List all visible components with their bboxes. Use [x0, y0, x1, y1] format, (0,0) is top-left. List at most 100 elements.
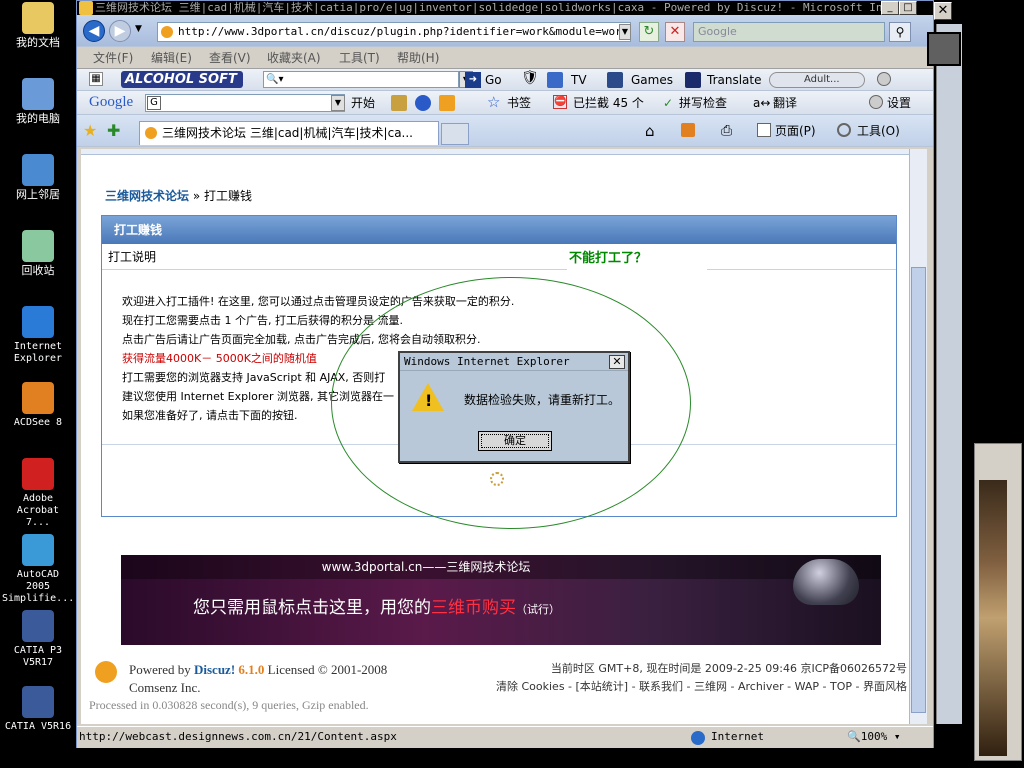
desktop-icon-label: 我的文档	[16, 36, 60, 49]
translate-button[interactable]: Translate	[707, 72, 762, 88]
history-dropdown-icon[interactable]: ▼	[135, 24, 142, 34]
spellcheck-button[interactable]: 拼写检查	[679, 95, 727, 111]
menu-item[interactable]: 文件(F)	[93, 50, 133, 66]
translate-icon	[685, 72, 701, 88]
desktop-icon[interactable]: 回收站	[2, 230, 74, 277]
site-favicon-icon	[161, 26, 173, 38]
go-button[interactable]: Go	[485, 72, 502, 88]
scroll-thumb[interactable]	[911, 267, 926, 713]
menu-item[interactable]: 编辑(E)	[151, 50, 192, 66]
google-g-icon: G	[147, 96, 161, 110]
window-title: 三维网技术论坛 三维|cad|机械|汽车|技术|catia|pro/e|ug|i…	[77, 1, 933, 15]
computer-icon	[22, 78, 54, 110]
menu-item[interactable]: 查看(V)	[209, 50, 251, 66]
desktop-icon[interactable]: CATIA P3 V5R17	[2, 610, 74, 669]
autocad-icon	[22, 534, 54, 566]
address-input[interactable]: http://www.3dportal.cn/discuz/plugin.php…	[157, 22, 631, 42]
desktop-icon[interactable]: CATIA V5R16	[2, 686, 74, 733]
shield-icon[interactable]: 🛡	[521, 70, 541, 88]
google-logo: Google	[89, 94, 133, 110]
translate-cn-button[interactable]: 翻译	[773, 95, 797, 111]
network-icon	[22, 154, 54, 186]
refresh-button[interactable]: ↻	[639, 22, 659, 42]
address-dropdown-icon[interactable]: ▼	[619, 24, 631, 40]
title-text: 三维网技术论坛 三维|cad|机械|汽车|技术|catia|pro/e|ug|i…	[95, 1, 903, 14]
desktop-icon[interactable]: 网上邻居	[2, 154, 74, 201]
menu-item[interactable]: 帮助(H)	[397, 50, 439, 66]
desktop-icon-label: Adobe Acrobat 7...	[16, 493, 60, 528]
page-menu[interactable]: 页面(P)	[775, 123, 816, 139]
new-tab-button[interactable]	[441, 123, 469, 145]
dialog-ok-button[interactable]: 确定	[478, 431, 552, 451]
tab-bar: ★ ✚ 三维网技术论坛 三维|cad|机械|汽车|技术|ca... ⌂ ⎙ 页面…	[77, 115, 933, 147]
panel-title: 打工赚钱	[102, 216, 896, 244]
catia-icon	[22, 686, 54, 718]
breadcrumb: 三维网技术论坛 » 打工赚钱	[105, 187, 252, 204]
bookmark-button[interactable]: 书签	[507, 95, 531, 111]
page-icon	[757, 123, 771, 137]
alcohol-logo[interactable]: ALCOHOL SOFT	[121, 71, 243, 88]
back-button[interactable]: ◀	[83, 20, 105, 42]
adult-label: Adult...	[804, 74, 840, 85]
breadcrumb-home[interactable]: 三维网技术论坛	[105, 189, 189, 203]
desktop-icon[interactable]: 我的文档	[2, 2, 74, 49]
tools-menu[interactable]: 工具(O)	[857, 123, 900, 139]
desktop-icon-label: 回收站	[21, 264, 55, 277]
menu-item[interactable]: 工具(T)	[339, 50, 380, 66]
desktop-icon[interactable]: Internet Explorer	[2, 306, 74, 365]
desktop-icon-label: 我的电脑	[16, 112, 60, 125]
footer-links[interactable]: 清除 Cookies - [本站统计] - 联系我们 - 三维网 - Archi…	[496, 678, 907, 696]
settings-button[interactable]: 设置	[887, 95, 911, 111]
discuz-link[interactable]: Discuz!	[194, 662, 235, 677]
vertical-scrollbar[interactable]	[909, 149, 927, 724]
catia-icon	[22, 610, 54, 642]
adult-filter-button[interactable]: Adult...	[769, 72, 865, 88]
shopping-icon[interactable]	[439, 95, 455, 111]
banner-trial: （试行）	[516, 603, 560, 616]
bg-window-image	[979, 480, 1007, 756]
home-icon[interactable]: ⌂	[645, 123, 655, 139]
go-arrow-icon[interactable]: ➜	[465, 72, 481, 88]
media-prev-icon[interactable]	[877, 72, 891, 86]
google-search-input[interactable]	[145, 94, 345, 112]
minimize-button[interactable]: _	[881, 1, 899, 15]
search-button[interactable]: ⚲	[889, 22, 911, 42]
panel-subtitle: 打工说明	[102, 244, 896, 270]
breadcrumb-separator: »	[192, 189, 201, 203]
desktop-icon[interactable]: 我的电脑	[2, 78, 74, 125]
warning-exclamation: !	[425, 391, 433, 410]
thumbnail-preview[interactable]	[927, 32, 961, 66]
maximize-button[interactable]: □	[899, 1, 917, 15]
add-favorite-icon[interactable]: ✚	[107, 123, 120, 139]
rss-icon[interactable]	[681, 123, 695, 137]
close-window-button[interactable]: ✕	[934, 2, 952, 20]
stop-button[interactable]: ✕	[665, 22, 685, 42]
desktop-icon[interactable]: Adobe Acrobat 7...	[2, 458, 74, 529]
desktop-icon[interactable]: ACDSee 8	[2, 382, 74, 429]
alert-dialog: Windows Internet Explorer ✕ ! 数据检验失败，请重新…	[398, 351, 630, 463]
internet-zone-icon	[691, 731, 705, 745]
print-icon[interactable]: ⎙	[721, 123, 732, 139]
news-icon[interactable]	[391, 95, 407, 111]
popup-blocked-count[interactable]: 已拦截 45 个	[573, 95, 644, 111]
globe-icon[interactable]	[415, 95, 431, 111]
tv-button[interactable]: TV	[571, 72, 587, 88]
menu-item[interactable]: 收藏夹(A)	[267, 50, 321, 66]
desktop-icon-label: CATIA V5R16	[4, 721, 72, 732]
google-start-button[interactable]: 开始	[351, 95, 375, 111]
alcohol-search-input[interactable]: 🔍▾	[263, 71, 459, 88]
google-dropdown-icon[interactable]: ▼	[331, 95, 345, 111]
mouse-image-icon	[793, 559, 859, 605]
desktop-icon[interactable]: AutoCAD 2005 Simplifie...	[2, 534, 74, 605]
dialog-close-button[interactable]: ✕	[609, 355, 625, 369]
favorites-star-icon[interactable]: ★	[83, 123, 97, 139]
forward-button[interactable]: ▶	[109, 20, 131, 42]
toolbar-menu-icon[interactable]: ▦	[89, 72, 103, 86]
tab-active[interactable]: 三维网技术论坛 三维|cad|机械|汽车|技术|ca...	[139, 121, 439, 145]
ad-banner[interactable]: www.3dportal.cn——三维网技术论坛 您只需用鼠标点击这里，用您的三…	[121, 555, 881, 645]
search-input[interactable]: Google	[693, 22, 885, 42]
games-button[interactable]: Games	[631, 72, 673, 88]
zoom-control[interactable]: 🔍100% ▾	[847, 727, 900, 747]
popup-blocker-icon: ⛔	[553, 95, 567, 109]
spellcheck-icon: ✓	[663, 96, 674, 110]
